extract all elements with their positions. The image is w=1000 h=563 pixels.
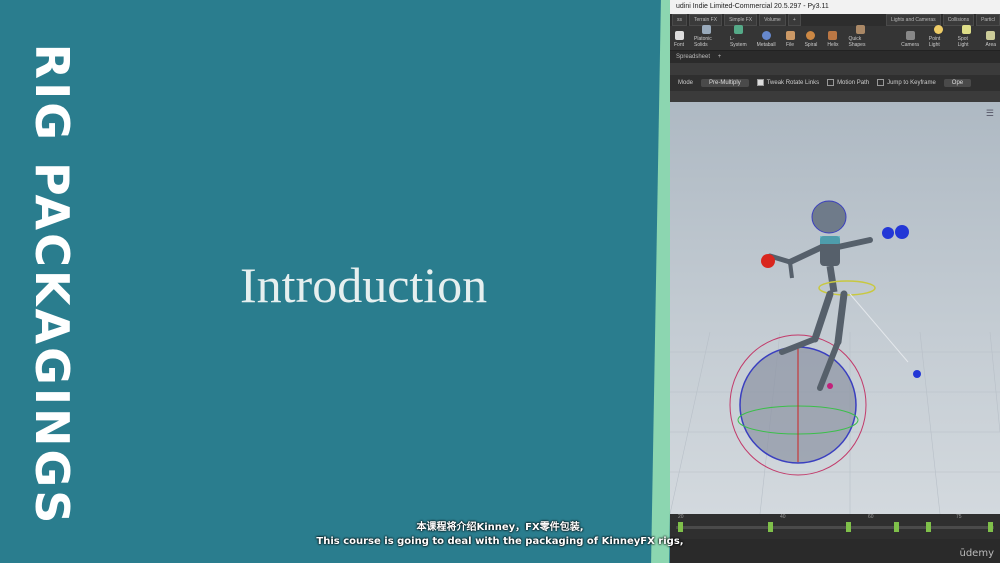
tool-spiral[interactable]: Spiral <box>804 31 818 48</box>
shelf-tools: Font Platonic Solids L-System Metaball F… <box>670 25 1000 50</box>
ball-gizmo[interactable] <box>729 334 867 476</box>
viewport-menu-icon[interactable]: ☰ <box>986 108 994 119</box>
mode-label: Mode <box>678 80 694 86</box>
tool-spot-light[interactable]: Spot Light <box>958 25 976 48</box>
tool-point-light[interactable]: Point Light <box>929 25 948 48</box>
jump-keyframe-toggle[interactable]: Jump to Keyframe <box>877 79 936 87</box>
toggle-label: Jump to Keyframe <box>887 80 936 87</box>
tool-metaball[interactable]: Metaball <box>757 31 776 48</box>
tool-label: L-System <box>729 36 747 48</box>
tool-camera[interactable]: Camera <box>901 31 919 48</box>
tool-file[interactable]: File <box>785 31 795 48</box>
tool-label: File <box>786 42 795 48</box>
tool-label: Platonic Solids <box>694 36 712 48</box>
tool-platonic-solids[interactable]: Platonic Solids <box>694 25 720 48</box>
tool-l-system[interactable]: L-System <box>730 25 747 48</box>
slide-panel: RIG PACKAGINGS Introduction <box>0 0 668 563</box>
houdini-window: udini Indie Limited-Commercial 20.5.297 … <box>670 0 1000 563</box>
subtitle-chinese: 本课程将介绍Kinney，FX零件包装, <box>416 522 584 533</box>
tweak-rotate-toggle[interactable]: Tweak Rotate Links <box>756 79 820 87</box>
tool-label: Spiral <box>804 42 818 48</box>
shelf-tab[interactable]: Volume <box>759 14 786 26</box>
add-pane-tab-button[interactable]: + <box>718 54 722 60</box>
file-icon <box>785 31 795 40</box>
tool-helix[interactable]: Helix <box>827 31 838 48</box>
motion-path-toggle[interactable]: Motion Path <box>827 79 870 87</box>
tool-label: Font <box>674 42 685 48</box>
shelf-tab[interactable]: ss <box>672 14 687 26</box>
viewer-toolbar: Mode Pre-Multiply Tweak Rotate Links Mot… <box>670 75 1000 91</box>
shelf-tab[interactable]: Particl <box>976 14 1000 26</box>
area-light-icon <box>986 31 996 40</box>
vertical-title: RIG PACKAGINGS <box>25 44 79 527</box>
checkbox-icon <box>756 79 764 87</box>
tool-label: Metaball <box>756 42 776 48</box>
spreadsheet-tab[interactable]: Spreadsheet <box>676 54 710 60</box>
quick-shapes-icon <box>856 25 866 34</box>
spot-light-icon <box>962 25 972 34</box>
camera-icon <box>905 31 915 40</box>
platonic-icon <box>702 25 712 34</box>
3d-viewport[interactable]: ☰ <box>670 102 1000 514</box>
point-light-icon <box>933 25 943 34</box>
tool-label: Area <box>985 42 996 48</box>
tool-label: Camera <box>901 42 919 48</box>
tool-quick-shapes[interactable]: Quick Shapes <box>848 25 873 48</box>
tool-label: Quick Shapes <box>848 36 866 48</box>
tool-label: Point Light <box>928 36 941 48</box>
tool-font[interactable]: Font <box>674 31 684 48</box>
window-title: udini Indie Limited-Commercial 20.5.297 … <box>670 0 1000 14</box>
slide-heading: Introduction <box>240 257 488 313</box>
checkbox-icon <box>827 79 835 87</box>
tool-label: Spot Light <box>957 36 969 48</box>
scene-svg <box>670 200 1000 514</box>
tool-label: Helix <box>827 42 839 48</box>
spreadsheet-tab-row: Spreadsheet + <box>670 50 1000 63</box>
helix-icon <box>828 31 838 40</box>
metaball-icon <box>761 31 771 40</box>
mode-select[interactable]: Pre-Multiply <box>701 79 749 87</box>
font-icon <box>674 31 684 40</box>
toggle-label: Tweak Rotate Links <box>766 80 820 87</box>
vertical-title-text: RIG PACKAGINGS <box>25 43 79 527</box>
spiral-icon <box>806 31 816 40</box>
add-shelf-tab-button[interactable]: + <box>787 14 801 26</box>
udemy-watermark: ūdemy <box>959 548 995 559</box>
lsystem-icon <box>733 25 743 34</box>
toggle-label: Motion Path <box>837 80 870 87</box>
tool-area-light[interactable]: Area <box>985 31 996 48</box>
open-button[interactable]: Ope <box>943 79 972 87</box>
subtitle-english: This course is going to deal with the pa… <box>316 536 684 547</box>
checkbox-icon <box>877 79 885 87</box>
